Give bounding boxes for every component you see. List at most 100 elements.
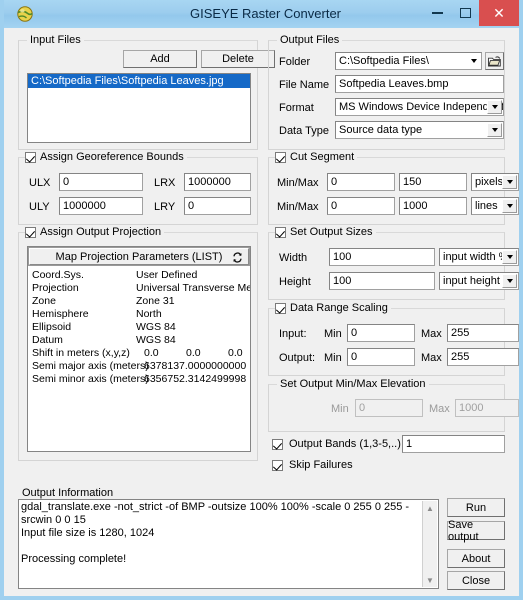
output-min-input[interactable]: 0: [347, 348, 415, 366]
output-line: gdal_translate.exe -not_strict -of BMP -…: [21, 501, 410, 526]
output-bands-row[interactable]: Output Bands (1,3-5,..): [272, 438, 401, 450]
output-sizes-group-label[interactable]: Set Output Sizes: [275, 226, 376, 238]
data-range-scaling-checkbox[interactable]: [275, 302, 286, 314]
output-information-textarea[interactable]: gdal_translate.exe -not_strict -of BMP -…: [18, 499, 439, 589]
lry-input[interactable]: 0: [184, 197, 251, 215]
table-row-semi-minor: Semi minor axis (meters) 6356752.3142499…: [32, 373, 248, 386]
skip-failures-checkbox[interactable]: [272, 459, 283, 471]
output-scrollbar[interactable]: ▲ ▼: [422, 501, 437, 587]
folder-browse-button[interactable]: [485, 52, 504, 70]
cut-segment-label-text: Cut Segment: [290, 151, 355, 163]
data-type-value: Source data type: [339, 124, 423, 136]
cut-segment-group-label[interactable]: Cut Segment: [275, 151, 358, 163]
run-button[interactable]: Run: [447, 498, 505, 517]
cut-row2-min-input[interactable]: 0: [327, 197, 395, 215]
cut-row2-max-input[interactable]: 1000: [399, 197, 467, 215]
input-row-label: Input:: [279, 328, 307, 340]
output-files-group: Output Files Folder C:\Softpedia Files\ …: [268, 34, 505, 150]
uly-input[interactable]: 1000000: [59, 197, 143, 215]
scroll-down-icon[interactable]: ▼: [423, 573, 437, 587]
delete-button[interactable]: Delete: [201, 50, 275, 68]
lrx-input[interactable]: 1000000: [184, 173, 251, 191]
add-button[interactable]: Add: [123, 50, 197, 68]
projection-key: Ellipsoid: [32, 321, 72, 333]
input-files-listbox[interactable]: C:\Softpedia Files\Softpedia Leaves.jpg: [27, 73, 251, 143]
chevron-down-icon[interactable]: [487, 123, 502, 137]
elevation-min-input: 0: [355, 399, 423, 417]
output-information-label: Output Information: [22, 487, 114, 499]
height-unit-combo[interactable]: input height %: [439, 272, 519, 290]
output-projection-group-label[interactable]: Assign Output Projection: [25, 226, 165, 238]
set-output-sizes-checkbox[interactable]: [275, 226, 286, 238]
elevation-group-label: Set Output Min/Max Elevation: [277, 378, 429, 390]
output-files-group-label: Output Files: [277, 34, 343, 46]
output-bands-input[interactable]: 1: [402, 435, 505, 453]
output-row-label: Output:: [279, 352, 316, 364]
chevron-down-icon[interactable]: [468, 54, 480, 68]
output-sizes-group: Set Output Sizes Width 100 input width %…: [268, 226, 519, 300]
cut-row1-min-input[interactable]: 0: [327, 173, 395, 191]
ulx-input[interactable]: 0: [59, 173, 143, 191]
output-projection-label-text: Assign Output Projection: [40, 226, 162, 238]
window-controls: ✕: [423, 0, 519, 28]
maximize-button[interactable]: [451, 0, 479, 26]
data-range-group-label[interactable]: Data Range Scaling: [275, 302, 391, 314]
projection-value: WGS 84: [136, 334, 176, 346]
projection-value: WGS 84: [136, 321, 176, 333]
assign-georeference-checkbox[interactable]: [25, 151, 36, 163]
chevron-down-icon[interactable]: [487, 100, 502, 114]
skip-failures-row[interactable]: Skip Failures: [272, 459, 353, 471]
input-files-group: Input Files Add Delete C:\Softpedia File…: [18, 34, 275, 150]
cut-segment-checkbox[interactable]: [275, 151, 286, 163]
table-row: Coord.Sys. User Defined: [32, 269, 248, 282]
file-name-input[interactable]: Softpedia Leaves.bmp: [335, 75, 504, 93]
folder-combo[interactable]: C:\Softpedia Files\: [335, 52, 482, 70]
elevation-max-label: Max: [429, 403, 450, 415]
georeference-group-label[interactable]: Assign Georeference Bounds: [25, 151, 187, 163]
close-button[interactable]: ✕: [479, 0, 519, 26]
output-line: Input file size is 1280, 1024: [21, 527, 155, 539]
minimize-button[interactable]: [423, 0, 451, 26]
input-files-group-label: Input Files: [27, 34, 84, 46]
cut-row2-unit-combo[interactable]: lines: [471, 197, 519, 215]
dialog-body: Input Files Add Delete C:\Softpedia File…: [4, 28, 519, 596]
lrx-label: LRX: [154, 177, 176, 189]
projection-rows: Coord.Sys. User Defined Projection Unive…: [32, 269, 250, 386]
close-dialog-button[interactable]: Close: [447, 571, 505, 590]
application-window: GISEYE Raster Converter ✕ Input Files Ad…: [0, 0, 523, 600]
format-combo[interactable]: MS Windows Device Independent: [335, 98, 504, 116]
output-max-input[interactable]: 255: [447, 348, 519, 366]
data-range-label-text: Data Range Scaling: [290, 302, 388, 314]
refresh-icon[interactable]: [232, 252, 243, 263]
width-unit-combo[interactable]: input width %: [439, 248, 519, 266]
list-item[interactable]: C:\Softpedia Files\Softpedia Leaves.jpg: [28, 74, 250, 88]
cut-row2-unit-value: lines: [475, 200, 498, 212]
assign-projection-checkbox[interactable]: [25, 226, 36, 238]
input-min-input[interactable]: 0: [347, 324, 415, 342]
chevron-down-icon[interactable]: [502, 250, 517, 264]
data-type-combo[interactable]: Source data type: [335, 121, 504, 139]
about-button[interactable]: About: [447, 549, 505, 568]
cut-segment-group: Cut Segment Min/Max 0 150 pixels Min/Max…: [268, 151, 519, 225]
elevation-min-label: Min: [331, 403, 349, 415]
cut-row1-unit-combo[interactable]: pixels: [471, 173, 519, 191]
table-row: Zone Zone 31: [32, 295, 248, 308]
cut-row1-max-input[interactable]: 150: [399, 173, 467, 191]
output-max-label: Max: [421, 352, 442, 364]
output-bands-checkbox[interactable]: [272, 438, 283, 450]
chevron-down-icon[interactable]: [502, 274, 517, 288]
georeference-group: Assign Georeference Bounds ULX 0 LRX 100…: [18, 151, 258, 225]
input-max-input[interactable]: 255: [447, 324, 519, 342]
semi-minor-value: 6356752.3142499998: [144, 373, 247, 385]
save-output-button[interactable]: Save output: [447, 519, 505, 543]
skip-failures-label: Skip Failures: [289, 459, 353, 471]
folder-value: C:\Softpedia Files\: [339, 55, 429, 67]
output-sizes-label-text: Set Output Sizes: [290, 226, 373, 238]
width-input[interactable]: 100: [329, 248, 435, 266]
projection-parameters-header-button[interactable]: Map Projection Parameters (LIST): [28, 247, 250, 266]
height-input[interactable]: 100: [329, 272, 435, 290]
input-min-label: Min: [324, 328, 342, 340]
chevron-down-icon[interactable]: [502, 199, 517, 213]
scroll-up-icon[interactable]: ▲: [423, 501, 437, 515]
chevron-down-icon[interactable]: [502, 175, 517, 189]
